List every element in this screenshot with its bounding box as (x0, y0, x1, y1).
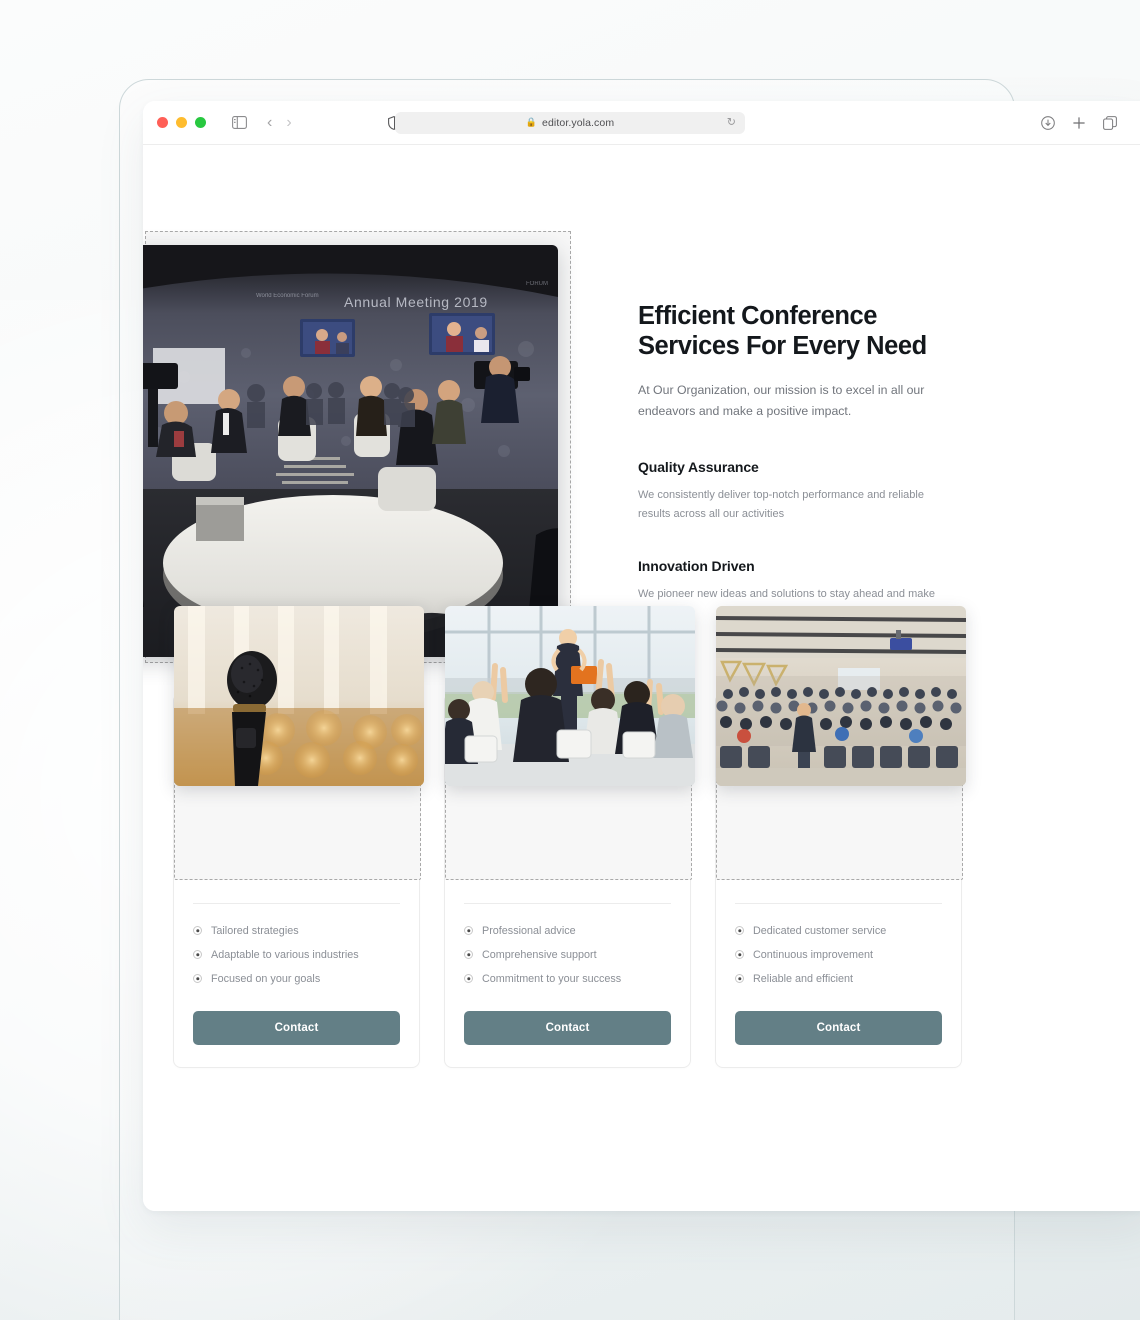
list-item-label: Dedicated customer service (753, 924, 887, 937)
reload-icon[interactable]: ↻ (727, 117, 736, 128)
lock-icon: 🔒 (525, 117, 538, 127)
card-feature-list: Dedicated customer service Continuous im… (735, 919, 942, 991)
screenshot-canvas: ‹ › 🔒 editor.yola.com ↻ Annual Meeting 2… (0, 0, 1140, 1320)
service-card[interactable]: Comprehensive Support We offer extensive… (715, 606, 966, 1068)
feature-title: Quality Assurance (638, 458, 759, 475)
forward-icon[interactable]: › (286, 114, 291, 131)
service-cards-row: Custom Solutions We provide personalized… (173, 606, 966, 1068)
list-item: Focused on your goals (193, 967, 400, 991)
list-item-label: Reliable and efficient (753, 972, 854, 985)
card-feature-list: Tailored strategies Adaptable to various… (193, 919, 400, 991)
sidebar-toggle-icon[interactable] (232, 116, 247, 129)
address-bar[interactable]: 🔒 editor.yola.com ↻ (395, 111, 745, 134)
contact-button[interactable]: Contact (193, 1010, 400, 1045)
hero-copy: Efficient Conference Services For Every … (638, 301, 938, 622)
browser-toolbar: ‹ › 🔒 editor.yola.com ↻ (143, 101, 1140, 145)
feature-text: We consistently deliver top-notch perfor… (638, 488, 924, 520)
feature-title: Innovation Driven (638, 557, 755, 574)
svg-text:World Economic Forum: World Economic Forum (256, 293, 319, 299)
bullet-icon (193, 926, 202, 936)
card-image-audience-raising-hands[interactable] (445, 606, 695, 786)
list-item: Adaptable to various industries (193, 943, 400, 967)
browser-window: ‹ › 🔒 editor.yola.com ↻ Annual Meeting 2… (143, 101, 1140, 1211)
list-item-label: Adaptable to various industries (211, 948, 359, 961)
bullet-icon (735, 974, 744, 984)
bullet-icon (735, 950, 744, 960)
bullet-icon (464, 950, 473, 960)
list-item: Professional advice (464, 919, 671, 943)
card-divider (735, 902, 942, 904)
navigation-arrows: ‹ › (267, 114, 292, 131)
svg-text:FORUM: FORUM (526, 281, 548, 287)
back-icon[interactable]: ‹ (267, 114, 272, 131)
bullet-icon (464, 974, 473, 984)
close-window-button[interactable] (157, 117, 168, 128)
card-divider (193, 902, 400, 904)
svg-text:Annual Meeting 2019: Annual Meeting 2019 (344, 294, 488, 310)
hero-subtitle: At Our Organization, our mission is to e… (638, 382, 925, 419)
card-divider (464, 902, 671, 904)
bullet-icon (193, 950, 202, 960)
list-item-label: Continuous improvement (753, 948, 874, 961)
service-card[interactable]: Expert Guidance Our experienced team is … (444, 606, 695, 1068)
download-icon[interactable] (1041, 115, 1055, 130)
service-card[interactable]: Custom Solutions We provide personalized… (173, 606, 424, 1068)
list-item-label: Tailored strategies (211, 924, 299, 937)
list-item-label: Professional advice (482, 924, 576, 937)
list-item: Continuous improvement (735, 943, 942, 967)
window-traffic-lights (157, 117, 206, 128)
list-item: Comprehensive support (464, 943, 671, 967)
card-image-auditorium[interactable] (716, 606, 966, 786)
feature-quality-assurance: Quality Assurance We consistently delive… (638, 459, 938, 524)
contact-button[interactable]: Contact (735, 1010, 942, 1045)
list-item: Reliable and efficient (735, 967, 942, 991)
zoom-window-button[interactable] (195, 117, 206, 128)
address-bar-url: editor.yola.com (542, 116, 615, 129)
toolbar-right-actions (1041, 115, 1117, 130)
card-feature-list: Professional advice Comprehensive suppor… (464, 919, 671, 991)
minimize-window-button[interactable] (176, 117, 187, 128)
bullet-icon (193, 974, 202, 984)
site-canvas: Annual Meeting 2019 World Economic Forum… (143, 145, 1140, 1211)
list-item-label: Comprehensive support (482, 948, 597, 961)
list-item-label: Focused on your goals (211, 972, 321, 985)
card-image-microphone[interactable] (174, 606, 424, 786)
contact-button[interactable]: Contact (464, 1010, 671, 1045)
list-item: Tailored strategies (193, 919, 400, 943)
tab-overview-icon[interactable] (1103, 115, 1117, 130)
hero-image[interactable]: Annual Meeting 2019 World Economic Forum… (143, 245, 558, 657)
page-title: Efficient Conference Services For Every … (638, 302, 927, 361)
bullet-icon (464, 926, 473, 936)
list-item-label: Commitment to your success (482, 972, 622, 985)
list-item: Commitment to your success (464, 967, 671, 991)
bullet-icon (735, 926, 744, 936)
list-item: Dedicated customer service (735, 919, 942, 943)
plus-icon[interactable] (1072, 116, 1086, 130)
